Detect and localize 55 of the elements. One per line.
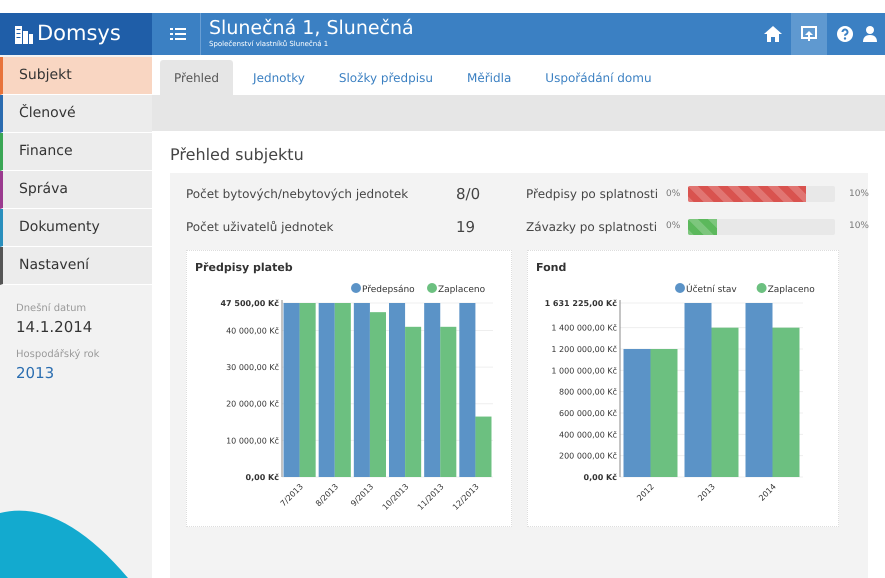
legend-label: Zaplaceno [438,285,486,295]
y-tick-label: 10 000,00 Kč [226,436,279,446]
stat-value: 8/0 [456,184,482,205]
y-tick-label: 600 000,00 Kč [559,409,617,418]
legend-item: Zaplaceno [427,283,486,295]
legend-label: Zaplaceno [768,285,816,295]
progress-min: 0% [666,220,682,233]
chart-title: Předpisy plateb [195,261,293,274]
stat-value: 19 [456,216,476,238]
legend-item: Zaplaceno [756,283,815,295]
y-tick-label: 0,00 Kč [584,473,617,482]
sidebar-item[interactable]: Finance [0,133,152,171]
progress-min: 0% [666,188,682,200]
tab[interactable]: Přehled [160,60,234,95]
info-label: Dnešní datum [16,302,88,316]
tab[interactable]: Měřidla [452,60,526,95]
y-tick-label: 0,00 Kč [246,473,279,482]
sidebar-item[interactable]: Subjekt [0,57,152,95]
y-tick-label: 20 000,00 Kč [226,400,279,409]
progress-max: 10% [848,188,869,200]
progress-label: Závazky po splatnosti [526,218,658,236]
buildings-icon [14,24,34,44]
logo-text: Domsys [37,20,121,48]
sidebar-item[interactable]: Členové [0,95,152,133]
y-tick-label: 40 000,00 Kč [226,326,279,336]
monitor-icon[interactable] [791,13,827,55]
legend-label: Předepsáno [362,284,416,295]
tab[interactable]: Uspořádání domu [531,60,666,95]
info-value: 14.1.2014 [16,317,94,338]
y-tick-label: 30 000,00 Kč [226,363,279,372]
progress-max: 10% [848,220,869,233]
stat-label: Počet bytových/nebytových jednotek [186,186,410,204]
y-tick-label: 200 000,00 Kč [559,452,617,461]
section-title: Přehled subjektu [170,145,304,164]
page-title: Slunečná 1, Slunečná [209,18,414,40]
legend-item: Předepsáno [351,283,415,295]
sidebar-item[interactable]: Dokumenty [0,209,152,247]
progress-label: Předpisy po splatnosti [526,186,660,204]
y-tick-label: 1 400 000,00 Kč [551,324,617,333]
legend-item: Účetní stav [675,283,737,295]
y-tick-label: 1 000 000,00 Kč [551,366,617,376]
y-tick-label: 800 000,00 Kč [559,388,617,397]
y-tick-label: 1 631 225,00 Kč [544,299,617,308]
info-label: Hospodářský rok [16,348,100,362]
tab[interactable]: Jednotky [239,60,319,95]
info-link[interactable]: 2013 [16,364,54,382]
y-tick-label: 400 000,00 Kč [559,430,617,440]
chart-title: Fond [536,261,566,274]
y-tick-label: 47 500,00 Kč [220,299,279,308]
sidebar-item[interactable]: Správa [0,171,152,209]
stat-label: Počet uživatelů jednotek [186,218,335,236]
sidebar-item[interactable]: Nastavení [0,247,152,285]
legend-label: Účetní stav [686,283,738,295]
y-tick-label: 1 200 000,00 Kč [551,345,617,354]
tab[interactable]: Složky předpisu [324,60,447,95]
